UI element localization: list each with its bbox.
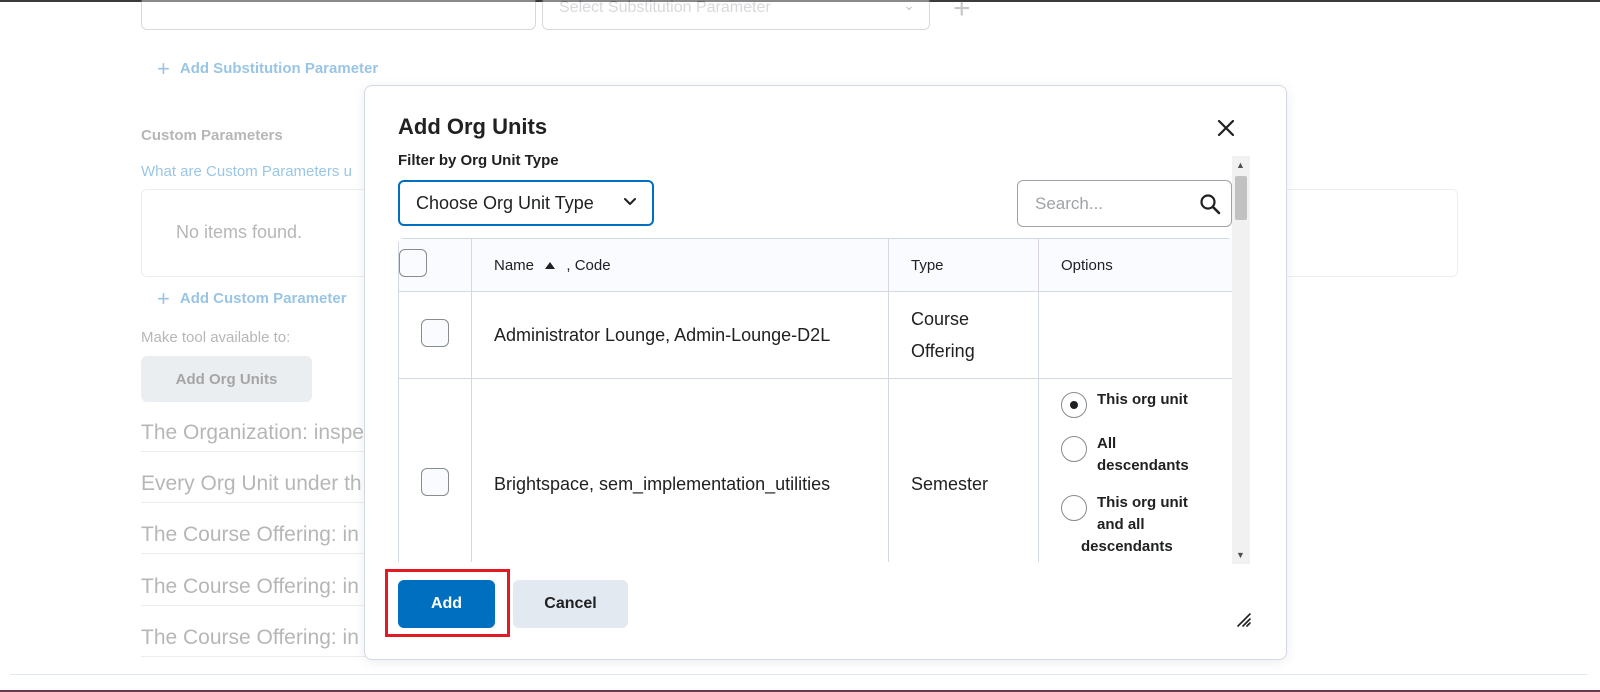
code-header-label[interactable]: , Code [566,257,610,274]
row-checkbox[interactable] [421,318,449,347]
org-units-table: Name , Code Type Options Administrator L… [398,238,1233,562]
org-unit-options [1039,292,1232,379]
org-unit-type-line: Course [911,309,970,329]
option-label-line: This org unit [1097,494,1188,511]
no-items-message: No items found. [176,222,303,242]
substitution-name-input[interactable] [141,0,536,30]
substitution-select-placeholder: Select Substitution Parameter [559,0,771,16]
select-all-checkbox[interactable] [399,249,427,277]
cancel-button[interactable]: Cancel [513,580,628,628]
row-checkbox[interactable] [421,467,449,496]
option-this-and-all-descendants[interactable]: This org unit and all descendants [1061,492,1188,558]
select-all-cell [399,239,472,292]
org-unit-options: This org unit All descendants This org u… [1039,379,1232,562]
type-column-header: Type [889,239,1039,292]
org-unit-row: The Course Offering: in [141,626,371,657]
org-unit-name: Brightspace, sem_implementation_utilitie… [472,379,889,562]
option-label-line: All [1097,435,1117,452]
add-substitution-parameter-link[interactable]: + Add Substitution Parameter [157,56,379,81]
org-unit-type-line: Offering [911,341,975,361]
scroll-up-arrow-icon[interactable]: ▲ [1236,160,1245,170]
org-unit-row: The Organization: inspe [141,421,371,452]
option-label-line: descendants [1081,538,1173,555]
radio-this-org-unit[interactable] [1061,392,1087,418]
add-custom-parameter-link[interactable]: + Add Custom Parameter [157,286,347,311]
org-unit-row: The Course Offering: in [141,523,371,554]
org-unit-row: Every Org Unit under th [141,472,371,503]
radio-this-and-all-descendants[interactable] [1061,495,1087,521]
plus-icon: + [157,286,170,311]
filter-label: Filter by Org Unit Type [398,152,559,169]
name-column-header[interactable]: Name , Code [472,239,889,292]
dialog-title: Add Org Units [398,114,548,139]
org-unit-type-select[interactable]: Choose Org Unit Type [398,180,654,226]
option-label: This org unit and all descendants [1081,492,1188,558]
scroll-thumb[interactable] [1235,176,1247,220]
options-column-header: Options [1039,239,1232,292]
table-row: Administrator Lounge, Admin-Lounge-D2L C… [399,292,1232,379]
custom-parameters-help-link[interactable]: What are Custom Parameters u [141,163,352,180]
add-button-highlight [385,569,510,637]
make-available-label: Make tool available to: [141,329,291,346]
substitution-parameter-select[interactable]: Select Substitution Parameter ⌄ [542,0,930,30]
option-label-line: descendants [1097,457,1189,474]
name-header-label[interactable]: Name [494,257,534,274]
custom-parameters-heading: Custom Parameters [141,127,283,144]
close-icon[interactable] [1213,116,1239,142]
scroll-down-arrow-icon[interactable]: ▼ [1236,550,1245,560]
org-unit-name: Administrator Lounge, Admin-Lounge-D2L [472,292,889,379]
table-row: Brightspace, sem_implementation_utilitie… [399,379,1232,562]
option-label: All descendants [1097,433,1189,477]
search-input[interactable]: Search... [1017,180,1232,227]
option-label: This org unit [1097,391,1188,408]
search-icon[interactable] [1199,193,1221,220]
dialog-footer: Add Cancel [398,580,1258,640]
add-substitution-parameter-label: Add Substitution Parameter [179,60,379,77]
org-unit-type: Course Offering [889,292,1039,379]
option-all-descendants[interactable]: All descendants [1061,433,1189,477]
table-header-row: Name , Code Type Options [399,239,1232,292]
search-placeholder: Search... [1035,194,1104,213]
option-this-org-unit[interactable]: This org unit [1061,389,1188,418]
org-unit-type-value: Choose Org Unit Type [416,192,594,213]
row-check-cell [399,292,472,379]
org-unit-row: The Course Offering: in [141,575,371,606]
chevron-down-icon: ⌄ [903,0,915,13]
dialog-scrollbar[interactable]: ▲ ▼ [1232,156,1250,564]
resize-handle-icon[interactable] [1236,612,1252,633]
add-org-units-button[interactable]: Add Org Units [141,356,312,402]
sort-ascending-icon [544,257,556,274]
add-row-plus-icon[interactable]: + [953,0,971,26]
add-custom-parameter-label: Add Custom Parameter [179,290,347,307]
option-label-line: and all [1097,516,1145,533]
org-unit-type: Semester [889,379,1039,562]
radio-all-descendants[interactable] [1061,436,1087,462]
row-check-cell [399,379,472,562]
plus-icon: + [157,56,170,81]
chevron-down-icon [622,193,638,214]
dialog-body: Filter by Org Unit Type Choose Org Unit … [398,152,1256,562]
